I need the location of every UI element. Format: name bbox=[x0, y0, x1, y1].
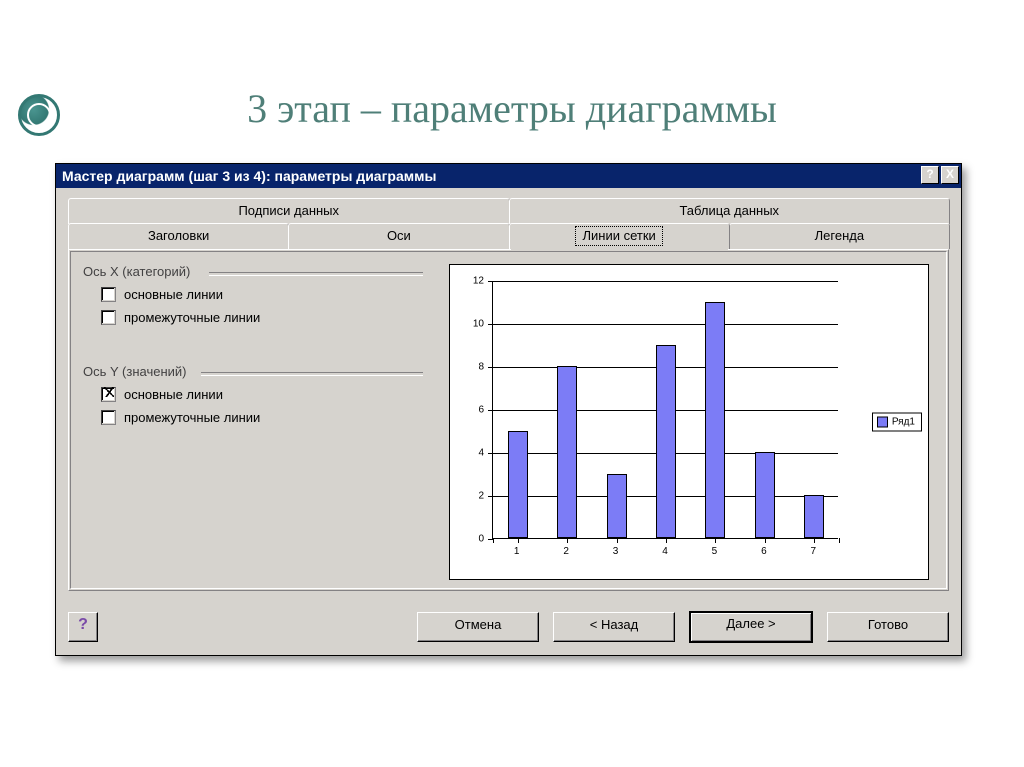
checkbox-y-major-row[interactable]: основные линии bbox=[83, 387, 423, 402]
y-tick-label: 8 bbox=[478, 362, 484, 373]
y-tick-label: 10 bbox=[473, 319, 484, 330]
chart-bar bbox=[557, 366, 577, 538]
chart-bar bbox=[508, 431, 528, 539]
slide-title: 3 этап – параметры диаграммы bbox=[0, 85, 1024, 132]
legend-swatch-icon bbox=[877, 417, 888, 428]
checkbox-y-minor-label: промежуточные линии bbox=[124, 410, 260, 425]
y-tick-label: 6 bbox=[478, 405, 484, 416]
titlebar-help-button[interactable]: ? bbox=[921, 166, 939, 184]
y-tick-label: 2 bbox=[478, 491, 484, 502]
checkbox-x-minor[interactable] bbox=[101, 310, 116, 325]
legend-label: Ряд1 bbox=[892, 417, 915, 428]
y-tick-label: 4 bbox=[478, 448, 484, 459]
chart-legend: Ряд1 bbox=[872, 413, 922, 432]
tab-legend[interactable]: Легенда bbox=[729, 223, 950, 249]
group-x-title: Ось X (категорий) bbox=[83, 264, 190, 279]
tab-titles[interactable]: Заголовки bbox=[68, 223, 289, 249]
tab-strip: Подписи данных Таблица данных Заголовки … bbox=[68, 198, 949, 250]
checkbox-x-minor-label: промежуточные линии bbox=[124, 310, 260, 325]
x-tick-label: 4 bbox=[662, 546, 668, 557]
chart-wizard-dialog: Мастер диаграмм (шаг 3 из 4): параметры … bbox=[55, 163, 962, 656]
checkbox-x-minor-row[interactable]: промежуточные линии bbox=[83, 310, 423, 325]
y-tick-label: 12 bbox=[473, 276, 484, 287]
dialog-title: Мастер диаграмм (шаг 3 из 4): параметры … bbox=[62, 168, 436, 184]
next-button[interactable]: Далее > bbox=[689, 611, 813, 643]
x-tick-label: 1 bbox=[514, 546, 520, 557]
chart-bar bbox=[804, 495, 824, 538]
tab-data-labels[interactable]: Подписи данных bbox=[68, 198, 510, 224]
back-button[interactable]: < Назад bbox=[553, 612, 675, 642]
checkbox-x-major-row[interactable]: основные линии bbox=[83, 287, 423, 302]
group-y-axis: Ось Y (значений) основные линии промежут… bbox=[83, 364, 423, 425]
tab-gridlines[interactable]: Линии сетки bbox=[509, 223, 730, 249]
tab-panel-gridlines: Ось X (категорий) основные линии промежу… bbox=[68, 249, 949, 591]
context-help-button[interactable]: ? bbox=[68, 612, 98, 642]
titlebar-close-button[interactable]: X bbox=[941, 166, 959, 184]
dialog-titlebar: Мастер диаграмм (шаг 3 из 4): параметры … bbox=[56, 164, 961, 188]
x-tick-label: 5 bbox=[712, 546, 718, 557]
group-y-title: Ось Y (значений) bbox=[83, 364, 187, 379]
chart-bar bbox=[607, 474, 627, 539]
chart-preview: 0246810121234567 Ряд1 bbox=[449, 264, 929, 580]
x-tick-label: 3 bbox=[613, 546, 619, 557]
finish-button[interactable]: Готово bbox=[827, 612, 949, 642]
checkbox-y-major[interactable] bbox=[101, 387, 116, 402]
group-x-axis: Ось X (категорий) основные линии промежу… bbox=[83, 264, 423, 325]
tab-axes[interactable]: Оси bbox=[288, 223, 509, 249]
checkbox-y-minor-row[interactable]: промежуточные линии bbox=[83, 410, 423, 425]
chart-bar bbox=[705, 302, 725, 539]
x-tick-label: 6 bbox=[761, 546, 767, 557]
checkbox-y-major-label: основные линии bbox=[124, 387, 223, 402]
y-tick-label: 0 bbox=[478, 534, 484, 545]
checkbox-x-major[interactable] bbox=[101, 287, 116, 302]
chart-bar bbox=[755, 452, 775, 538]
cancel-button[interactable]: Отмена bbox=[417, 612, 539, 642]
tab-data-table[interactable]: Таблица данных bbox=[509, 198, 951, 224]
checkbox-y-minor[interactable] bbox=[101, 410, 116, 425]
chart-bar bbox=[656, 345, 676, 539]
checkbox-x-major-label: основные линии bbox=[124, 287, 223, 302]
x-tick-label: 2 bbox=[563, 546, 569, 557]
x-tick-label: 7 bbox=[811, 546, 817, 557]
